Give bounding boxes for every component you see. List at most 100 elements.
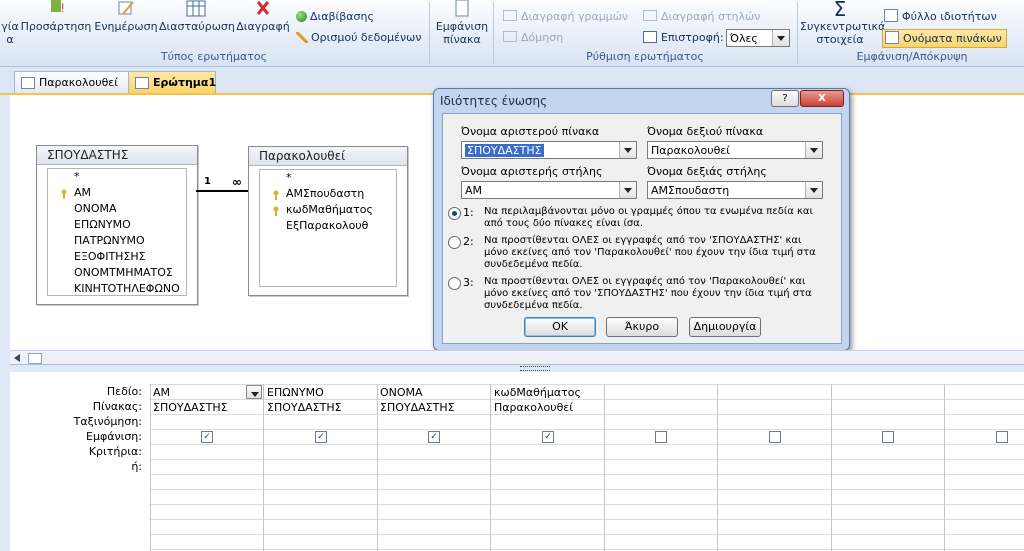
totals-button[interactable]: Σ Συγκεντρωτικά στοιχεία (800, 0, 885, 46)
field-item[interactable]: ΠΑΤΡΩΝΥΜΟ (48, 233, 186, 249)
ok-button[interactable]: OK (524, 317, 596, 337)
grid-table-cell[interactable]: ΣΠΟΥΔΑΣΤΗΣ (267, 401, 342, 414)
return-dropdown[interactable]: Όλες (726, 29, 790, 47)
join-option-1-radio[interactable] (448, 207, 461, 220)
field-item[interactable]: ΕΞΟΦΙΤΗΣΗΣ (48, 249, 186, 265)
grid-field-cell[interactable]: ΑΜ (153, 386, 170, 399)
delete-query-button[interactable]: Διαγραφή (235, 0, 291, 33)
grid-table-cell[interactable]: ΣΠΟΥΔΑΣΤΗΣ (153, 401, 228, 414)
delete-rows-button[interactable]: Διαγραφή γραμμών (503, 10, 628, 24)
field-label: ΑΜ (74, 186, 92, 199)
right-table-select[interactable]: Παρακολουθεί (647, 141, 823, 159)
table-names-icon (885, 31, 899, 44)
right-table-value: Παρακολουθεί (651, 144, 730, 157)
append-button[interactable]: ! Προσάρτηση (20, 0, 92, 33)
grid-field-cell[interactable]: κωδΜαθήματος (494, 386, 581, 399)
field-item[interactable]: ΚΙΝΗΤΟΤΗΛΕΦΩΝΟ (48, 281, 186, 297)
join-option-3-radio[interactable] (448, 277, 461, 290)
left-column-select[interactable]: ΑΜ (461, 181, 637, 199)
pass-through-button[interactable]: Διαβίβασης (296, 10, 374, 24)
show-checkbox[interactable]: ✓ (542, 431, 554, 443)
show-table-button[interactable]: Εμφάνιση πίνακα (432, 0, 492, 46)
pencil-icon (296, 32, 308, 43)
help-icon: ? (782, 93, 788, 104)
field-item[interactable]: ΕΠΩΝΥΜΟ (48, 217, 186, 233)
table-title[interactable]: Παρακολουθεί (249, 147, 407, 166)
field-item[interactable]: ΕξΠαρακολουθ (260, 218, 396, 234)
delete-columns-label: Διαγραφή στηλών (661, 10, 761, 23)
data-definition-label: Ορισμού δεδομένων (311, 31, 422, 44)
grid-field-cell[interactable]: ΕΠΩΝΥΜΟ (267, 386, 324, 399)
chevron-down-icon[interactable] (246, 385, 262, 399)
grid-column-divider (263, 384, 264, 551)
grid-table-cell[interactable]: Παρακολουθεί (494, 401, 573, 414)
property-sheet-button[interactable]: Φύλλο ιδιοτήτων (884, 9, 997, 24)
show-checkbox[interactable] (882, 431, 894, 443)
field-item[interactable]: κωδΜαθήματος (260, 202, 396, 218)
show-table-label: Εμφάνιση πίνακα (435, 20, 489, 46)
show-checkbox[interactable]: ✓ (315, 431, 327, 443)
data-definition-button[interactable]: Ορισμού δεδομένων (296, 31, 422, 45)
close-button[interactable]: X (800, 90, 844, 107)
chevron-down-icon[interactable] (619, 182, 636, 198)
update-button[interactable]: Ενημέρωση (93, 0, 159, 33)
grid-row-labels: Πεδίο: Πίνακας: Ταξινόμηση: Εμφάνιση: Κρ… (10, 372, 148, 551)
update-label: Ενημέρωση (94, 20, 158, 33)
truncated-command[interactable]: γία α (0, 0, 20, 46)
field-item[interactable]: ΟΝΟΜΑ (48, 201, 186, 217)
field-item[interactable]: * (48, 169, 186, 185)
show-checkbox[interactable]: ✓ (201, 431, 213, 443)
table-title[interactable]: ΣΠΟΥΔΑΣΤΗΣ (37, 146, 197, 165)
splitter-grip-icon[interactable] (520, 366, 550, 371)
join-option-1-text[interactable]: Να περιλαμβάνονται μόνο οι γραμμές όπου … (484, 206, 819, 230)
delete-rows-icon (503, 10, 517, 21)
chevron-down-icon[interactable] (805, 182, 822, 198)
grid-line (150, 534, 1024, 535)
crosstab-button[interactable]: Διασταύρωση (159, 0, 235, 33)
show-hide-group-label: Εμφάνιση/Απόκρυψη (856, 50, 968, 63)
cancel-button[interactable]: Άκυρο (606, 317, 678, 337)
chevron-down-icon[interactable] (619, 142, 636, 158)
field-item[interactable]: ΟΝΟΜΤΜΗΜΑΤΟΣ (48, 265, 186, 281)
table-names-button[interactable]: Ονόματα πινάκων (882, 29, 1007, 48)
right-column-select[interactable]: ΑΜΣπουδαστη (647, 181, 823, 199)
key-icon (60, 188, 68, 199)
left-table-select[interactable]: ΣΠΟΥΔΑΣΤΗΣ (461, 141, 637, 159)
field-item[interactable]: * (260, 170, 396, 186)
show-checkbox[interactable]: ✓ (428, 431, 440, 443)
field-label: κωδΜαθήματος (286, 203, 373, 216)
builder-button[interactable]: Δόμηση (503, 31, 563, 45)
table-box-students[interactable]: ΣΠΟΥΔΑΣΤΗΣ * ΑΜ ΟΝΟΜΑ ΕΠΩΝΥΜΟ ΠΑΤΡΩΝΥΜΟ … (36, 145, 198, 305)
chevron-down-icon[interactable] (772, 30, 789, 46)
return-label: Επιστροφή: (661, 31, 724, 44)
new-button[interactable]: Δημιουργία (689, 317, 761, 337)
append-label: Προσάρτηση (20, 20, 92, 33)
grid-line (150, 549, 1024, 550)
truncated-icon (0, 0, 22, 18)
field-item[interactable]: ΑΜΣπουδαστη (260, 186, 396, 202)
show-checkbox[interactable] (655, 431, 667, 443)
grid-table-cell[interactable]: ΣΠΟΥΔΑΣΤΗΣ (380, 401, 455, 414)
chevron-down-icon[interactable] (805, 142, 822, 158)
tab-attends-table[interactable]: Παρακολουθεί (14, 71, 132, 93)
builder-label: Δόμηση (521, 31, 564, 44)
help-button[interactable]: ? (771, 90, 799, 107)
join-option-2-number: 2: (463, 235, 474, 248)
grid-column-divider (377, 384, 378, 551)
scroll-thumb[interactable] (28, 353, 42, 364)
join-option-2-text[interactable]: Να προστίθενται ΟΛΕΣ οι εγγραφές από τον… (484, 235, 819, 271)
scroll-left-icon[interactable] (14, 354, 20, 362)
show-checkbox[interactable] (769, 431, 781, 443)
grid-field-cell[interactable]: ΟΝΟΜΑ (380, 386, 423, 399)
field-item[interactable]: ΑΜ (48, 185, 186, 201)
query-icon (135, 77, 149, 89)
delete-columns-button[interactable]: Διαγραφή στηλών (643, 10, 760, 24)
field-list: * ΑΜ ΟΝΟΜΑ ΕΠΩΝΥΜΟ ΠΑΤΡΩΝΥΜΟ ΕΞΟΦΙΤΗΣΗΣ … (47, 168, 187, 296)
tab-query1[interactable]: Ερώτημα1 (128, 71, 216, 93)
join-option-3-text[interactable]: Να προστίθενται ΟΛΕΣ οι εγγραφές από τον… (484, 276, 819, 312)
show-checkbox[interactable] (996, 431, 1008, 443)
field-dropdown[interactable] (244, 385, 262, 399)
join-option-2-radio[interactable] (448, 236, 461, 249)
design-horizontal-scrollbar[interactable] (10, 350, 1024, 365)
table-box-attends[interactable]: Παρακολουθεί * ΑΜΣπουδαστη κωδΜαθήματος … (248, 146, 408, 296)
